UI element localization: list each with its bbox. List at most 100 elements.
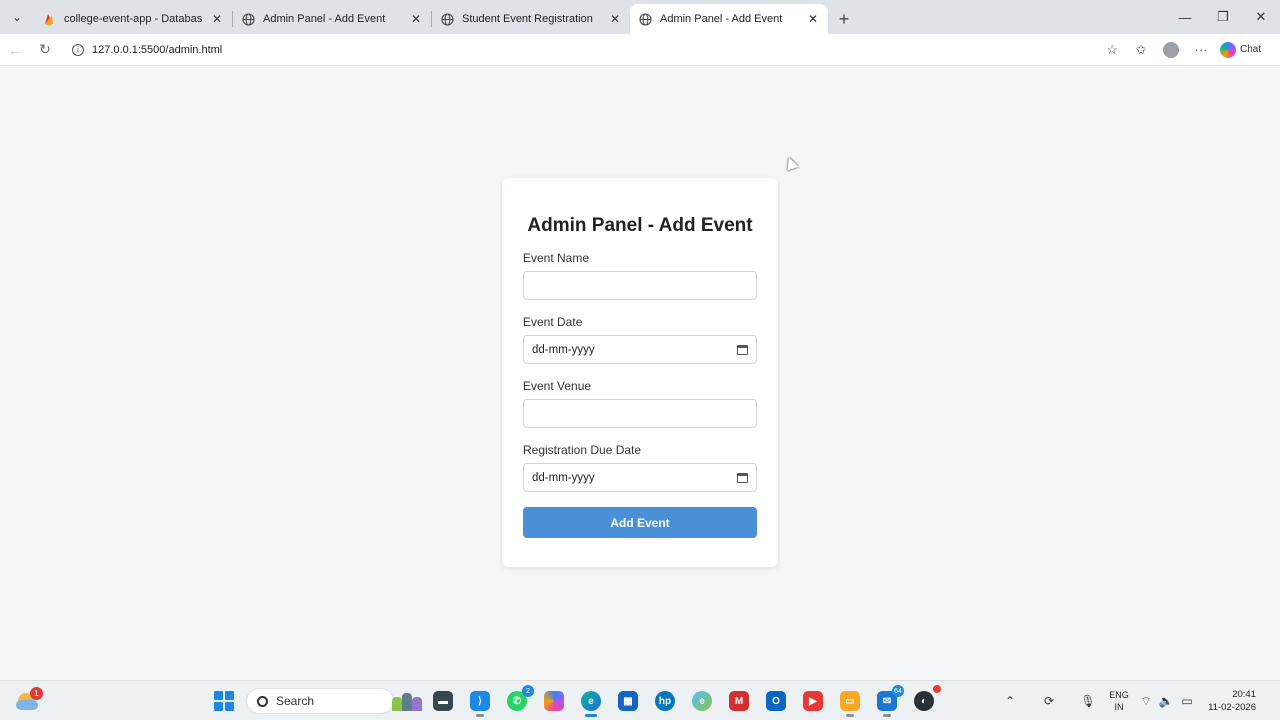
calendar-icon[interactable] xyxy=(737,472,748,483)
page-title: Admin Panel - Add Event xyxy=(527,215,753,236)
registration-due-date-label: Registration Due Date xyxy=(523,443,642,457)
tab-student-registration[interactable]: Student Event Registration ✕ xyxy=(432,4,630,34)
close-window-icon[interactable]: ✕ xyxy=(1242,0,1280,34)
notification-dot xyxy=(933,685,941,693)
mail-icon[interactable]: ✉ 64 xyxy=(874,685,904,717)
event-date-label: Event Date xyxy=(523,315,583,329)
windows-logo-pane xyxy=(214,691,223,700)
folder-icon[interactable]: ▭ xyxy=(837,686,863,717)
globe-icon xyxy=(638,12,652,26)
page-content: Admin Panel - Add Event Event Name Event… xyxy=(0,67,1280,678)
tab-title: Admin Panel - Add Event xyxy=(660,13,783,25)
add-event-button[interactable]: Add Event xyxy=(523,507,757,538)
wifi-icon[interactable]: ⌔ xyxy=(1136,694,1156,709)
minimize-icon[interactable]: — xyxy=(1166,0,1204,34)
more-options-icon[interactable]: ··· xyxy=(1186,35,1216,65)
battery-icon[interactable]: ▭ xyxy=(1176,694,1198,708)
tab-admin-panel[interactable]: Admin Panel - Add Event ✕ xyxy=(233,4,431,34)
copilot-icon[interactable] xyxy=(541,686,567,716)
vscode-icon[interactable]: ⟩ xyxy=(467,686,493,717)
taskbar-search[interactable]: Search xyxy=(246,688,394,714)
back-button[interactable]: ← xyxy=(0,35,30,65)
whatsapp-badge: 2 xyxy=(522,685,534,697)
reload-button[interactable]: ↻ xyxy=(30,35,60,65)
registration-due-date-input[interactable]: dd-mm-yyyy xyxy=(523,463,757,492)
mouse-cursor-icon xyxy=(783,155,799,171)
star-icon[interactable]: ☆ xyxy=(1106,42,1118,58)
close-tab-icon[interactable]: ✕ xyxy=(608,12,622,26)
outlook-icon[interactable]: O xyxy=(763,686,789,716)
event-name-input[interactable] xyxy=(523,271,757,300)
region-code: IN xyxy=(1114,702,1124,712)
windows-logo-pane xyxy=(214,702,223,711)
tab-actions-menu[interactable]: ⌄ xyxy=(0,0,34,34)
tab-firebase[interactable]: college-event-app - Database - D ✕ xyxy=(34,4,232,34)
event-venue-input[interactable] xyxy=(523,399,757,428)
profile-avatar[interactable] xyxy=(1156,35,1186,65)
chat-label: Chat xyxy=(1240,44,1262,55)
event-venue-label: Event Venue xyxy=(523,379,592,393)
calendar-icon[interactable] xyxy=(737,344,748,355)
taskbar-apps: ▬ ⟩ ✆ 2 e ▦ hp e M O ▶ ▭ ✉ 64 ◐ xyxy=(430,685,941,717)
time-text: 20:41 xyxy=(1232,689,1256,700)
favorites-icon[interactable]: ✩ xyxy=(1126,35,1156,65)
address-bar[interactable]: i 127.0.0.1:5500/admin.html ☆ xyxy=(64,36,1126,63)
globe-icon xyxy=(440,12,454,26)
start-button[interactable] xyxy=(214,691,234,711)
event-name-label: Event Name xyxy=(523,251,590,265)
search-icon xyxy=(257,695,268,707)
windows-logo-pane xyxy=(225,691,234,700)
copilot-chat-button[interactable]: Chat xyxy=(1220,41,1262,58)
close-tab-icon[interactable]: ✕ xyxy=(210,12,224,26)
edge-dev-icon[interactable]: e xyxy=(689,686,715,716)
clock[interactable]: 20:41 11-02-2026 xyxy=(1198,688,1260,714)
cloud-icon xyxy=(16,700,38,710)
weather-widget[interactable]: 1 xyxy=(14,687,43,713)
mail-badge: 64 xyxy=(892,685,904,697)
chevron-up-icon[interactable]: ⌃ xyxy=(996,694,1024,708)
volume-icon[interactable]: 🔈 xyxy=(1156,694,1176,708)
avatar xyxy=(1163,41,1179,58)
youtube-icon[interactable]: ▶ xyxy=(800,686,826,716)
chevron-down-icon: ⌄ xyxy=(11,10,23,24)
tab-admin-panel-active[interactable]: Admin Panel - Add Event ✕ xyxy=(630,4,828,34)
tab-title: Student Event Registration xyxy=(462,13,593,25)
search-highlight-icon xyxy=(390,689,424,713)
restore-icon[interactable]: ❐ xyxy=(1204,0,1242,34)
notification-badge: 1 xyxy=(30,687,43,700)
add-event-card: Admin Panel - Add Event Event Name Event… xyxy=(502,178,778,567)
file-manager-icon[interactable]: ▬ xyxy=(430,686,456,716)
event-date-input[interactable]: dd-mm-yyyy xyxy=(523,335,757,364)
language-indicator[interactable]: ENG IN xyxy=(1102,689,1136,713)
sync-icon[interactable]: ⟳ xyxy=(1024,694,1074,708)
windows-logo-pane xyxy=(225,702,234,711)
window-controls: — ❐ ✕ xyxy=(1166,0,1280,34)
github-desktop-icon[interactable]: ◐ xyxy=(911,685,941,716)
whatsapp-icon[interactable]: ✆ 2 xyxy=(504,685,534,716)
info-icon[interactable]: i xyxy=(72,43,84,56)
url-text: 127.0.0.1:5500/admin.html xyxy=(92,43,223,56)
field-value: dd-mm-yyyy xyxy=(532,343,595,356)
tab-strip: ⌄ college-event-app - Database - D ✕ Adm… xyxy=(0,0,1280,34)
language-code: ENG xyxy=(1109,690,1129,700)
system-tray: ⌃ ⟳ 🎙 ENG IN ⌔ 🔈 ▭ 20:41 11-02-2026 xyxy=(996,681,1260,720)
tab-title: Admin Panel - Add Event xyxy=(263,13,386,25)
taskbar: 1 Search ▬ ⟩ ✆ 2 e ▦ hp e M O ▶ ▭ ✉ 64 ◐ ⌃… xyxy=(0,680,1280,720)
globe-icon xyxy=(241,12,255,26)
close-tab-icon[interactable]: ✕ xyxy=(409,12,423,26)
microphone-icon[interactable]: 🎙 xyxy=(1074,694,1102,708)
search-label: Search xyxy=(276,694,315,708)
tab-title: college-event-app - Database - D xyxy=(64,13,202,25)
browser-toolbar: ← ↻ i 127.0.0.1:5500/admin.html ☆ ✩ ··· … xyxy=(0,34,1280,66)
new-tab-button[interactable]: + xyxy=(828,4,860,34)
edge-icon[interactable]: e xyxy=(578,686,604,717)
reload-icon: ↻ xyxy=(39,41,51,57)
field-value: dd-mm-yyyy xyxy=(532,471,595,484)
store-icon[interactable]: ▦ xyxy=(615,686,641,716)
close-tab-icon[interactable]: ✕ xyxy=(806,12,820,26)
date-text: 11-02-2026 xyxy=(1208,702,1256,713)
plus-icon: + xyxy=(838,8,850,29)
copilot-icon xyxy=(1220,41,1236,58)
hp-icon[interactable]: hp xyxy=(652,686,678,716)
mcafee-icon[interactable]: M xyxy=(726,686,752,716)
